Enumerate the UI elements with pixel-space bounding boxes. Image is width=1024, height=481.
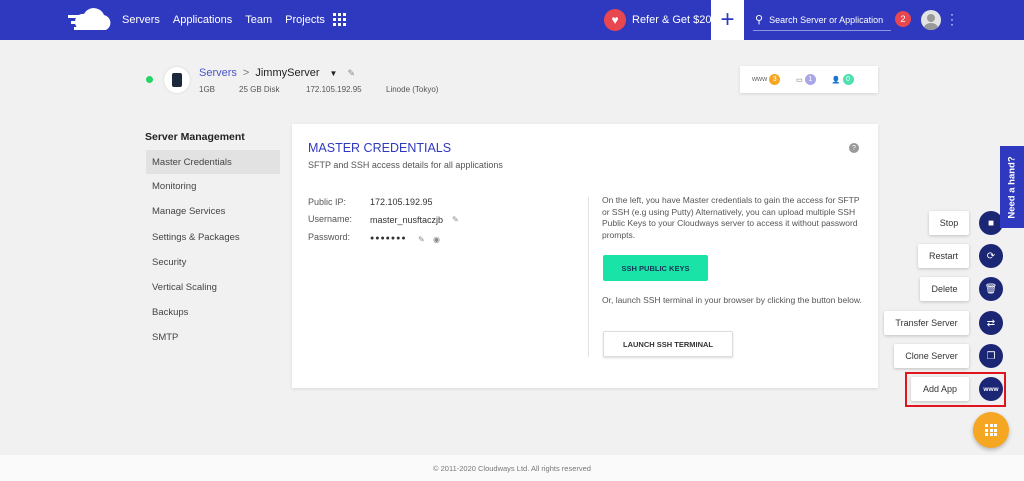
www-label: www	[752, 76, 768, 83]
breadcrumb-servers-link[interactable]: Servers	[199, 67, 237, 79]
restart-button[interactable]: Restart	[918, 244, 969, 268]
notification-badge[interactable]: 2	[895, 11, 911, 27]
search-input[interactable]: ⚲ Search Server or Application	[753, 9, 891, 31]
sidebar-title: Server Management	[145, 131, 245, 143]
refer-label: Refer & Get $20	[632, 14, 712, 26]
clone-server-button[interactable]: Clone Server	[894, 344, 969, 368]
delete-icon[interactable]: 🗑	[979, 277, 1003, 301]
sidebar-item-settings-packages[interactable]: Settings & Packages	[146, 225, 280, 249]
footer: © 2011-2020 Cloudways Ltd. All rights re…	[0, 455, 1024, 481]
chevron-down-icon[interactable]: ▼	[330, 69, 338, 78]
ssh-public-keys-button[interactable]: SSH PUBLIC KEYS	[603, 255, 708, 281]
users-count-badge: 0	[842, 74, 854, 85]
server-disk: 25 GB Disk	[239, 85, 280, 94]
nav-projects[interactable]: Projects	[285, 14, 325, 26]
server-status-indicator	[146, 76, 153, 83]
master-credentials-card: MASTER CREDENTIALS SFTP and SSH access d…	[292, 124, 878, 388]
server-stats-panel: www 3 ▭ 1 👤 0	[740, 66, 878, 93]
avatar[interactable]	[921, 10, 941, 30]
edit-icon[interactable]: ✎	[347, 68, 355, 79]
help-icon[interactable]: ?	[849, 143, 859, 153]
clone-icon[interactable]: ❐	[979, 344, 1003, 368]
username-value: master_nusftaczjb	[370, 215, 444, 225]
folder-icon: ▭	[796, 76, 803, 84]
need-a-hand-tab[interactable]: Need a hand?	[1000, 146, 1024, 228]
card-title: MASTER CREDENTIALS	[308, 141, 452, 155]
grid-icon	[985, 424, 997, 436]
copyright-text: © 2011-2020 Cloudways Ltd. All rights re…	[433, 463, 591, 473]
sidebar-item-backups[interactable]: Backups	[146, 300, 280, 324]
db-count-badge: 1	[804, 74, 816, 85]
server-name: JimmyServer	[255, 67, 320, 79]
highlight-box	[905, 372, 1006, 407]
users-count[interactable]: 👤 0	[832, 74, 854, 85]
heart-icon: ♥	[604, 9, 626, 31]
edit-password-icon[interactable]: ✎	[418, 235, 425, 244]
users-icon: 👤	[831, 76, 841, 84]
sidebar-item-smtp[interactable]: SMTP	[146, 325, 280, 349]
databases-count[interactable]: ▭ 1	[796, 74, 816, 85]
server-location: Linode (Tokyo)	[386, 85, 439, 94]
stop-button[interactable]: Stop	[929, 211, 969, 235]
transfer-icon[interactable]: ⇄	[979, 311, 1003, 335]
terminal-info-text: Or, launch SSH terminal in your browser …	[602, 295, 862, 305]
transfer-server-button[interactable]: Transfer Server	[884, 311, 969, 335]
server-ip: 172.105.192.95	[306, 85, 362, 94]
sidebar-item-security[interactable]: Security	[146, 250, 280, 274]
apps-count-badge: 3	[769, 74, 781, 85]
password-value: ●●●●●●●	[370, 235, 407, 242]
refer-button[interactable]: ♥ Refer & Get $20	[604, 8, 712, 32]
username-label: Username:	[308, 214, 353, 224]
nav-applications[interactable]: Applications	[173, 14, 232, 26]
actions-fab-button[interactable]	[973, 412, 1009, 448]
edit-username-icon[interactable]: ✎	[452, 215, 459, 224]
sidebar-item-monitoring[interactable]: Monitoring	[146, 174, 280, 198]
sidebar-item-vertical-scaling[interactable]: Vertical Scaling	[146, 275, 280, 299]
nav-servers[interactable]: Servers	[122, 14, 160, 26]
sidebar-item-manage-services[interactable]: Manage Services	[146, 199, 280, 223]
server-size: 1GB	[199, 85, 216, 94]
launch-ssh-terminal-button[interactable]: LAUNCH SSH TERMINAL	[603, 331, 733, 357]
card-subtitle: SFTP and SSH access details for all appl…	[308, 160, 503, 170]
need-a-hand-label: Need a hand?	[1006, 155, 1018, 219]
ssh-keys-info-text: On the left, you have Master credentials…	[602, 195, 860, 240]
search-placeholder: Search Server or Application	[769, 14, 884, 25]
apps-count[interactable]: www 3	[752, 74, 781, 85]
breadcrumb-separator: >	[242, 67, 250, 79]
divider	[588, 197, 589, 357]
search-icon: ⚲	[755, 14, 764, 26]
breadcrumb: Servers > JimmyServer ▼ ✎	[199, 67, 355, 79]
public-ip-value: 172.105.192.95	[370, 197, 433, 207]
cloudways-logo[interactable]	[68, 8, 112, 32]
more-menu-icon[interactable]: · · ·	[950, 8, 954, 30]
password-label: Password:	[308, 232, 351, 242]
nav-team[interactable]: Team	[245, 14, 272, 26]
public-ip-label: Public IP:	[308, 197, 347, 207]
add-button[interactable]: +	[711, 0, 744, 40]
delete-button[interactable]: Delete	[920, 277, 969, 301]
eye-icon[interactable]: ◉	[433, 235, 440, 244]
apps-grid-icon[interactable]	[333, 13, 346, 26]
restart-icon[interactable]: ⟳	[979, 244, 1003, 268]
sidebar-item-master-credentials[interactable]: Master Credentials	[146, 150, 280, 174]
linode-logo-icon	[164, 67, 190, 93]
top-nav-bar: Servers Applications Team Projects ♥ Ref…	[0, 0, 1024, 40]
